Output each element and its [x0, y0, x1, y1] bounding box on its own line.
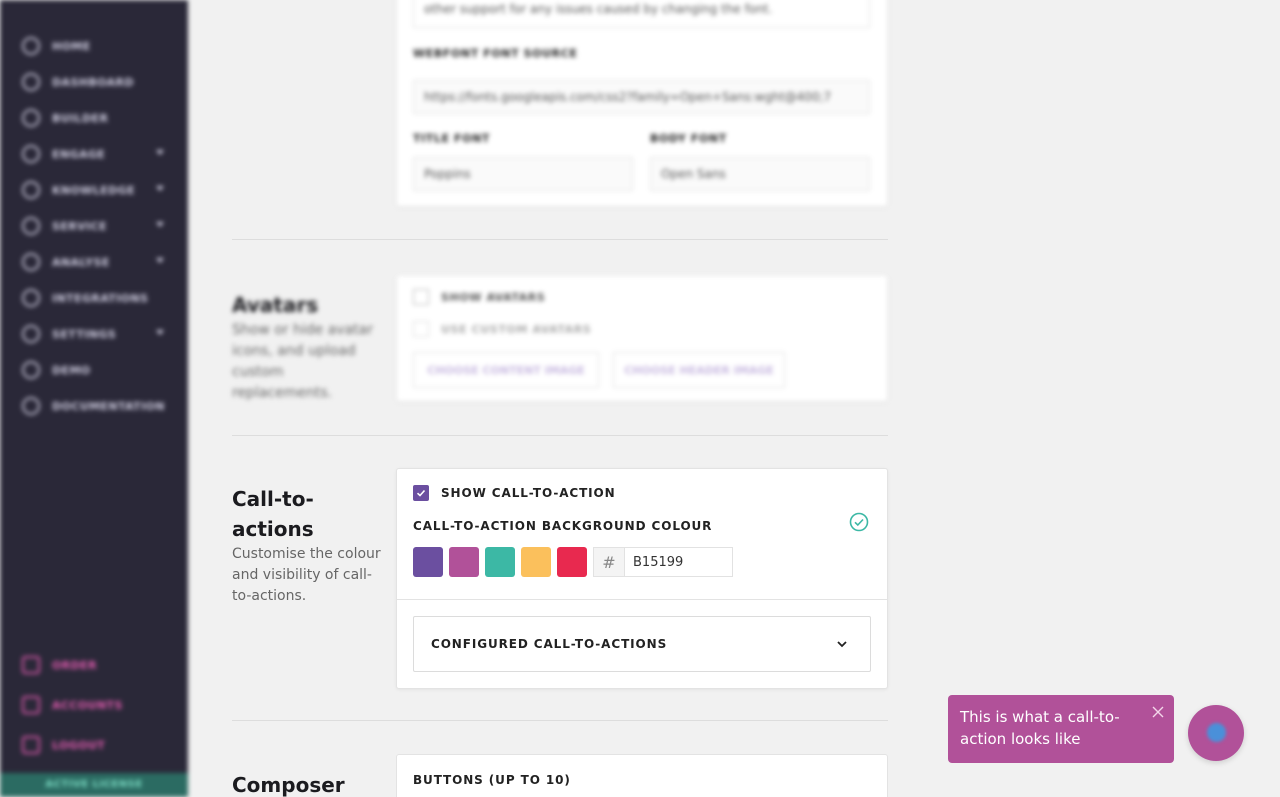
chat-logo-icon — [1207, 723, 1226, 742]
logout-icon — [22, 736, 40, 754]
sidebar-item-documentation[interactable]: DOCUMENTATION — [22, 396, 172, 416]
cta-preview-text: This is what a call-to-action looks like — [960, 708, 1120, 748]
documentation-icon — [22, 397, 40, 415]
sidebar-item-settings[interactable]: SETTINGS — [22, 324, 172, 344]
title-font-select[interactable]: Poppins — [413, 157, 633, 191]
analyse-icon — [22, 253, 40, 271]
colour-swatch-red[interactable] — [557, 547, 587, 577]
sidebar-item-accounts[interactable]: ACCOUNTS — [22, 695, 172, 715]
hex-colour-input[interactable] — [624, 547, 733, 577]
colour-swatch-yellow[interactable] — [521, 547, 551, 577]
engage-icon — [22, 145, 40, 163]
pencil-icon — [22, 656, 40, 674]
show-avatars-checkbox[interactable] — [413, 289, 429, 305]
composer-title: Composer — [232, 773, 345, 797]
chevron-down-icon — [156, 330, 164, 335]
cta-title: Call-to- actions — [232, 487, 314, 541]
choose-content-image-button[interactable]: CHOOSE CONTENT IMAGE — [413, 352, 599, 388]
show-cta-label: SHOW CALL-TO-ACTION — [441, 486, 616, 500]
body-font-label: BODY FONT — [650, 132, 727, 145]
integrations-icon — [22, 289, 40, 307]
title-font-label: TITLE FONT — [413, 132, 491, 145]
custom-avatars-checkbox[interactable] — [413, 321, 429, 337]
colour-swatch-pink[interactable] — [449, 547, 479, 577]
choose-header-image-button[interactable]: CHOOSE HEADER IMAGE — [613, 352, 785, 388]
home-icon — [22, 37, 40, 55]
chevron-down-icon — [837, 641, 847, 648]
section-divider — [232, 435, 888, 436]
checkmark-icon — [416, 489, 426, 497]
sidebar: HOME DASHBOARD BUILDER ENGAGE KNOWLEDGE … — [0, 0, 188, 797]
settings-icon — [22, 325, 40, 343]
sidebar-item-home[interactable]: HOME — [22, 36, 172, 56]
cta-preview-tooltip[interactable]: This is what a call-to-action looks like — [948, 695, 1174, 763]
cta-bg-colour-label: CALL-TO-ACTION BACKGROUND COLOUR — [413, 519, 713, 533]
colour-swatch-teal[interactable] — [485, 547, 515, 577]
webfont-source-input[interactable]: https://fonts.googleapis.com/css2?family… — [413, 80, 870, 114]
demo-icon — [22, 361, 40, 379]
buttons-label: BUTTONS (UP TO 10) — [413, 773, 571, 787]
chevron-down-icon — [156, 186, 164, 191]
chat-launcher-button[interactable] — [1188, 705, 1244, 761]
check-circle-icon — [849, 512, 869, 532]
avatars-title: Avatars — [232, 293, 319, 317]
configured-cta-accordion[interactable]: CONFIGURED CALL-TO-ACTIONS — [413, 616, 871, 672]
font-note: other support for any issues caused by c… — [413, 0, 870, 28]
sidebar-item-builder[interactable]: BUILDER — [22, 108, 172, 128]
sidebar-item-analyse[interactable]: ANALYSE — [22, 252, 172, 272]
sidebar-item-engage[interactable]: ENGAGE — [22, 144, 172, 164]
sidebar-item-service[interactable]: SERVICE — [22, 216, 172, 236]
section-divider — [232, 239, 888, 240]
builder-icon — [22, 109, 40, 127]
body-font-select[interactable]: Open Sans — [650, 157, 870, 191]
sidebar-item-knowledge[interactable]: KNOWLEDGE — [22, 180, 172, 200]
chevron-down-icon — [156, 150, 164, 155]
show-avatars-label: SHOW AVATARS — [441, 291, 546, 304]
configured-cta-label: CONFIGURED CALL-TO-ACTIONS — [431, 637, 668, 651]
colour-swatch-purple[interactable] — [413, 547, 443, 577]
knowledge-icon — [22, 181, 40, 199]
show-cta-checkbox[interactable] — [413, 485, 429, 501]
webfont-source-label: WEBFONT FONT SOURCE — [413, 47, 578, 60]
cta-card-divider — [396, 599, 888, 600]
hex-prefix: # — [593, 547, 624, 577]
user-icon — [22, 696, 40, 714]
license-status-badge: ACTIVE LICENSE — [0, 773, 188, 797]
chevron-down-icon — [156, 222, 164, 227]
sidebar-item-logout[interactable]: LOGOUT — [22, 735, 172, 755]
sidebar-item-integrations[interactable]: INTEGRATIONS — [22, 288, 172, 308]
sidebar-item-dashboard[interactable]: DASHBOARD — [22, 72, 172, 92]
chevron-down-icon — [156, 258, 164, 263]
sidebar-item-order[interactable]: ORDER — [22, 655, 172, 675]
avatars-description: Show or hide avatar icons, and upload cu… — [232, 322, 373, 401]
dashboard-icon — [22, 73, 40, 91]
section-divider — [232, 720, 888, 721]
close-icon[interactable] — [1152, 706, 1164, 718]
custom-avatars-label: USE CUSTOM AVATARS — [441, 323, 592, 336]
cta-description: Customise the colour and visibility of c… — [232, 546, 381, 604]
service-icon — [22, 217, 40, 235]
sidebar-item-demo[interactable]: DEMO — [22, 360, 172, 380]
